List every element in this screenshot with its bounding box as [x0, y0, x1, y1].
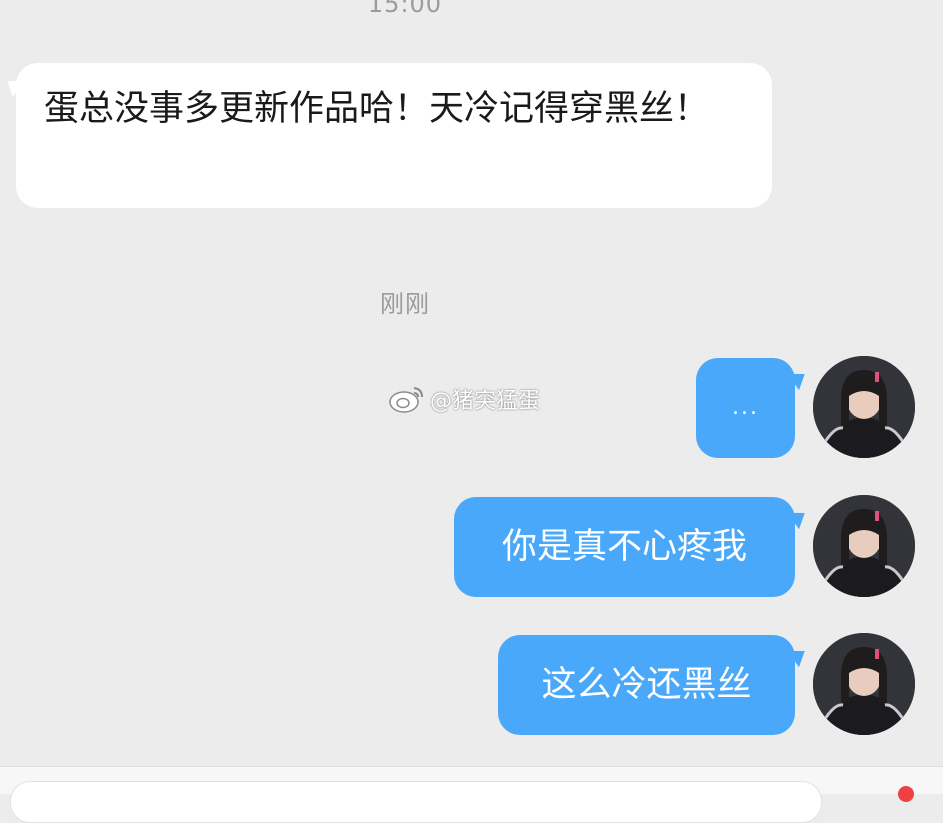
outgoing-message-bubble[interactable]: 你是真不心疼我 — [454, 497, 795, 597]
watermark: @猪突猛蛋 — [388, 383, 540, 415]
outgoing-message-bubble[interactable]: 这么冷还黑丝 — [498, 635, 795, 735]
outgoing-message-bubble-ellipsis[interactable]: ... — [696, 358, 795, 458]
timestamp-recent: 刚刚 — [380, 290, 430, 318]
avatar-portrait-icon — [813, 633, 915, 735]
timestamp-top: 15:00 — [367, 0, 443, 18]
avatar-portrait-icon — [813, 495, 915, 597]
user-avatar[interactable] — [813, 633, 915, 735]
outgoing-message-text: 这么冷还黑丝 — [541, 665, 752, 705]
outgoing-message-text: ... — [732, 395, 759, 420]
incoming-message-text: 蛋总没事多更新作品哈！天冷记得穿黑丝！ — [44, 89, 710, 129]
outgoing-message-text: 你是真不心疼我 — [501, 527, 747, 567]
message-input-field[interactable] — [10, 781, 822, 823]
weibo-icon — [389, 387, 423, 413]
notification-dot — [898, 786, 914, 802]
user-avatar[interactable] — [813, 495, 915, 597]
message-input-bar — [0, 766, 943, 823]
avatar-portrait-icon — [813, 356, 915, 458]
watermark-text: @猪突猛蛋 — [430, 389, 541, 414]
incoming-message-bubble[interactable]: 蛋总没事多更新作品哈！天冷记得穿黑丝！ — [16, 63, 772, 208]
user-avatar[interactable] — [813, 356, 915, 458]
